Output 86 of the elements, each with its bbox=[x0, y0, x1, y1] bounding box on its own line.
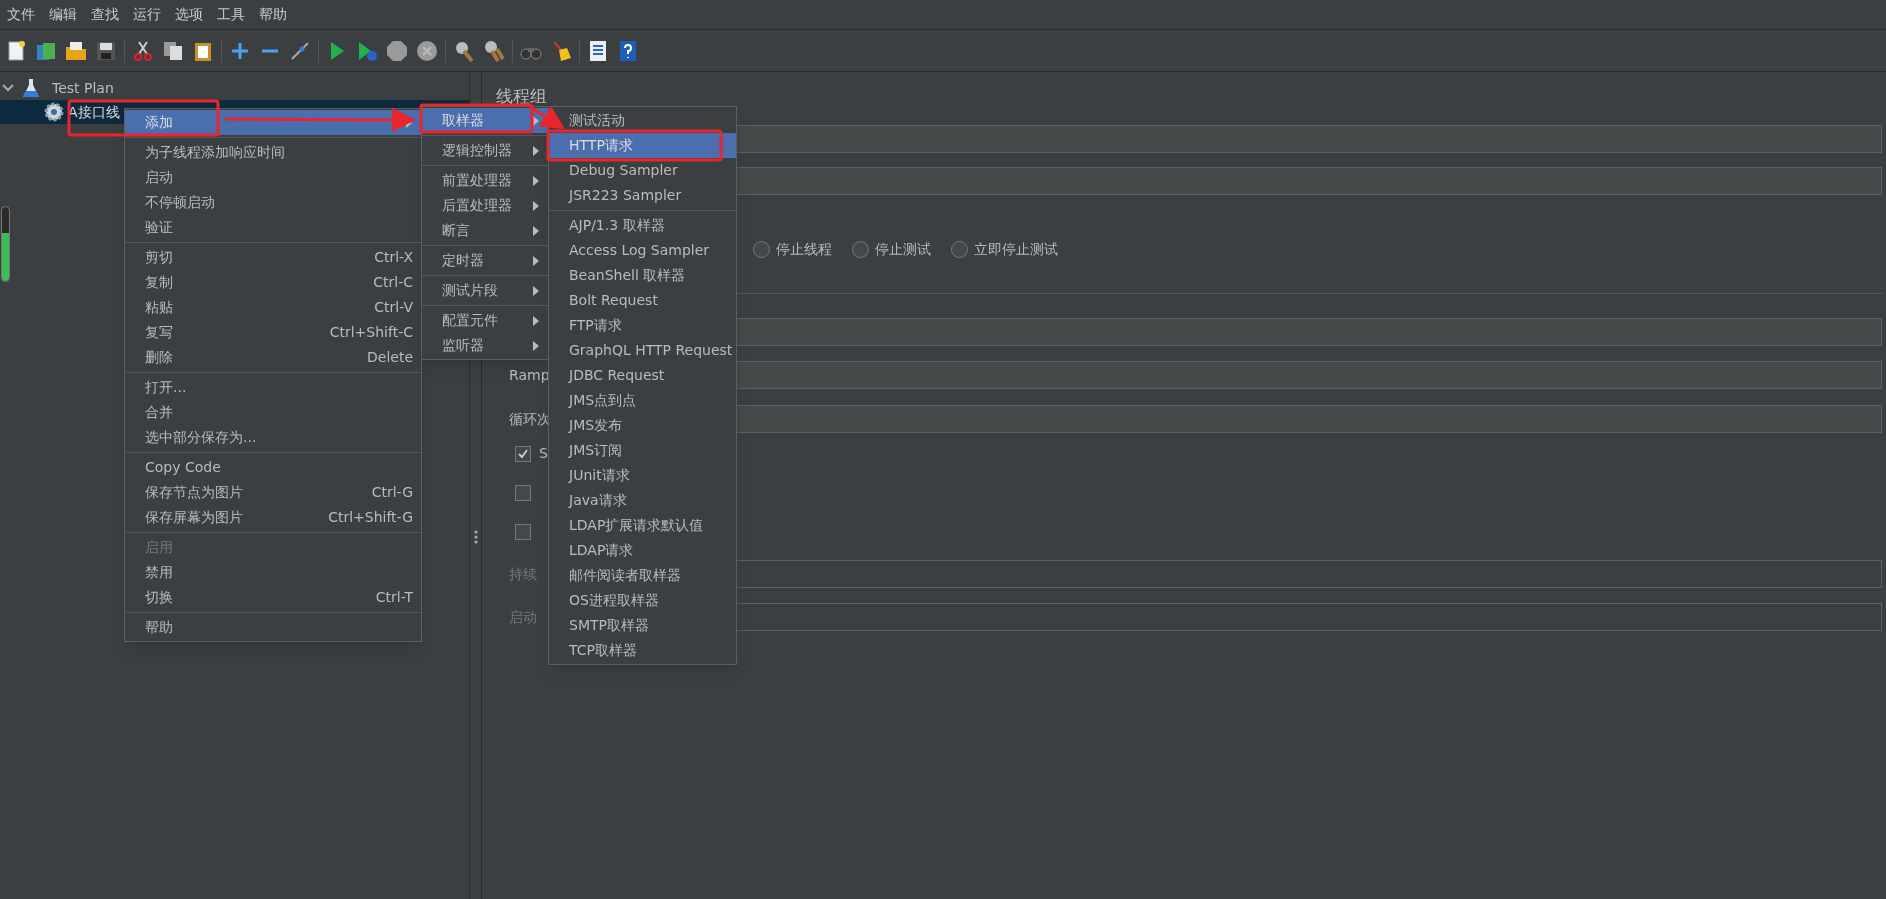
menu-item[interactable]: JSR223 Sampler bbox=[549, 183, 736, 208]
checkbox[interactable] bbox=[515, 523, 531, 540]
menu-item[interactable]: 打开... bbox=[125, 375, 421, 400]
stop-icon[interactable] bbox=[385, 38, 409, 63]
menu-item[interactable]: JDBC Request bbox=[549, 363, 736, 388]
menu-item[interactable]: Java请求 bbox=[549, 488, 736, 513]
menu-item[interactable]: 工具 bbox=[210, 4, 252, 25]
menu-item[interactable]: 监听器 bbox=[422, 333, 548, 358]
field-label: 启动 bbox=[509, 607, 538, 627]
submenu-arrow-icon bbox=[532, 145, 540, 156]
menu-item[interactable]: HTTP请求 bbox=[549, 133, 736, 158]
submenu-arrow-icon bbox=[532, 315, 540, 326]
radio-button[interactable]: 停止线程 bbox=[753, 238, 832, 260]
submenu-arrow-icon bbox=[532, 255, 540, 266]
menu-item[interactable]: 编辑 bbox=[42, 4, 84, 25]
submenu-arrow-icon bbox=[532, 200, 540, 211]
flask-icon bbox=[22, 78, 40, 98]
submenu-arrow-icon bbox=[532, 175, 540, 186]
checkbox[interactable] bbox=[515, 484, 531, 501]
submenu-arrow-icon bbox=[532, 225, 540, 236]
menu-item[interactable]: 选中部分保存为... bbox=[125, 425, 421, 450]
menu-item[interactable]: 粘贴 Ctrl-V bbox=[125, 295, 421, 320]
menu-item[interactable]: 测试片段 bbox=[422, 278, 548, 303]
menu-item[interactable]: BeanShell 取样器 bbox=[549, 263, 736, 288]
menu-item[interactable]: 剪切 Ctrl-X bbox=[125, 245, 421, 270]
grip-icon[interactable] bbox=[473, 530, 478, 544]
clear-all-icon[interactable] bbox=[482, 38, 506, 63]
menu-item[interactable]: TCP取样器 bbox=[549, 638, 736, 663]
menu-item[interactable]: 邮件阅读者取样器 bbox=[549, 563, 736, 588]
menu-item[interactable]: 帮助 bbox=[125, 615, 421, 640]
menu-item[interactable]: 不停顿启动 bbox=[125, 190, 421, 215]
field-label: Ramp bbox=[509, 365, 551, 385]
check-icon bbox=[517, 447, 529, 460]
menu-item[interactable]: Bolt Request bbox=[549, 288, 736, 313]
menu-item[interactable]: 查找 bbox=[84, 4, 126, 25]
panel-title: 线程组 bbox=[496, 85, 548, 108]
submenu-arrow-icon bbox=[532, 285, 540, 296]
menu-item: 启用 bbox=[144, 538, 174, 557]
menu-item[interactable]: 逻辑控制器 bbox=[422, 138, 548, 163]
radio-button[interactable]: 立即停止测试 bbox=[951, 238, 1058, 260]
menu-item[interactable]: 删除 Delete bbox=[125, 345, 421, 370]
annotation-arrow bbox=[529, 105, 566, 130]
menu-item[interactable]: Copy Code bbox=[125, 455, 421, 480]
menu-item[interactable]: 后置处理器 bbox=[422, 193, 548, 218]
menu-item[interactable]: 前置处理器 bbox=[422, 168, 548, 193]
menu-item[interactable]: 断言 bbox=[422, 218, 548, 243]
menu-item[interactable]: SMTP取样器 bbox=[549, 613, 736, 638]
menu-item[interactable]: 禁用 bbox=[125, 560, 421, 585]
menu-item[interactable]: 定时器 bbox=[422, 248, 548, 273]
menu-item[interactable]: JMS发布 bbox=[549, 413, 736, 438]
menu-item[interactable]: AJP/1.3 取样器 bbox=[549, 213, 736, 238]
menu-item[interactable]: 启动 bbox=[125, 165, 421, 190]
menu-item[interactable]: JUnit请求 bbox=[549, 463, 736, 488]
shutdown-icon[interactable] bbox=[415, 38, 439, 63]
menu-item[interactable]: OS进程取样器 bbox=[549, 588, 736, 613]
menu-item[interactable]: LDAP请求 bbox=[549, 538, 736, 563]
tree-item[interactable]: Test Plan bbox=[48, 77, 118, 99]
radio-button[interactable]: 停止测试 bbox=[852, 238, 931, 260]
menu-item[interactable]: 复制 Ctrl-C bbox=[125, 270, 421, 295]
menu-item[interactable]: JMS订阅 bbox=[549, 438, 736, 463]
menu-item[interactable]: LDAP扩展请求默认值 bbox=[549, 513, 736, 538]
menu-item[interactable]: 验证 bbox=[125, 215, 421, 240]
menu-item[interactable]: 为子线程添加响应时间 bbox=[125, 140, 421, 165]
menu-item[interactable]: FTP请求 bbox=[549, 313, 736, 338]
menu-item[interactable]: 保存节点为图片 Ctrl-G bbox=[125, 480, 421, 505]
menu-item[interactable]: 切换 Ctrl-T bbox=[125, 585, 421, 610]
menu-item[interactable]: 保存屏幕为图片 Ctrl+Shift-G bbox=[125, 505, 421, 530]
gear-icon bbox=[44, 102, 64, 122]
field-label: 持续 bbox=[509, 564, 538, 584]
submenu-arrow-icon bbox=[532, 115, 540, 126]
menu-item[interactable]: Access Log Sampler bbox=[549, 238, 736, 263]
menu-item[interactable]: 选项 bbox=[168, 4, 210, 25]
menu-item[interactable]: 合并 bbox=[125, 400, 421, 425]
menu-item[interactable]: 运行 bbox=[126, 4, 168, 25]
menu-item[interactable]: 复写 Ctrl+Shift-C bbox=[125, 320, 421, 345]
checkbox[interactable]: S bbox=[515, 445, 548, 462]
menu-item[interactable]: Debug Sampler bbox=[549, 158, 736, 183]
submenu-arrow-icon bbox=[532, 340, 540, 351]
memory-gauge-icon bbox=[1, 206, 10, 282]
menu-item[interactable]: 测试活动 bbox=[549, 108, 736, 133]
menu-item[interactable]: 帮助 bbox=[252, 4, 294, 25]
menu-item[interactable]: 文件 bbox=[0, 4, 42, 25]
menu-item[interactable]: 配置元件 bbox=[422, 308, 548, 333]
chevron-icon[interactable] bbox=[2, 82, 14, 94]
menu-item[interactable]: GraphQL HTTP Request bbox=[549, 338, 736, 363]
menu-item[interactable]: JMS点到点 bbox=[549, 388, 736, 413]
